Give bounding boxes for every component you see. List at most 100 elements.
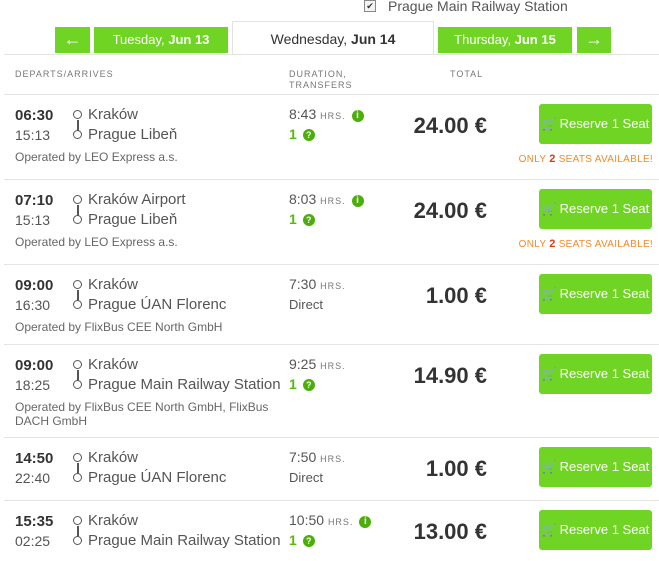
arrival-time: 22:40 <box>15 470 51 486</box>
tab-next-day[interactable]: Thursday, Jun 15 <box>438 27 572 53</box>
tab-current-weekday: Wednesday, <box>270 31 352 47</box>
cart-icon: 🛒 <box>541 202 557 216</box>
duration: 8:43 HRS. i <box>289 106 364 122</box>
route-line-icon <box>73 280 83 320</box>
operator-text: Operated by FlixBus CEE North GmbH <box>15 320 223 334</box>
reserve-label: Reserve 1 Seat <box>559 201 650 216</box>
results-table: DEPARTS/ARRIVES DURATION, TRANSFERS TOTA… <box>4 54 659 557</box>
origin-city: Kraków <box>88 276 139 293</box>
table-row: 09:00 18:25 Kraków Prague Main Railway S… <box>4 345 659 438</box>
filter-checkbox[interactable]: ✔ <box>364 0 376 12</box>
cart-icon: 🛒 <box>541 523 557 537</box>
arrival-time: 15:13 <box>15 127 51 143</box>
duration-value: 10:50 <box>289 512 325 528</box>
departure-time: 09:00 <box>15 357 54 374</box>
reserve-label: Reserve 1 Seat <box>559 522 650 537</box>
tab-current-day[interactable]: Wednesday, Jun 14 <box>232 21 434 55</box>
departure-time: 06:30 <box>15 107 54 124</box>
operator-text: Operated by LEO Express a.s. <box>15 235 178 249</box>
seats-available-notice: ONLY 2 SEATS AVAILABLE! <box>518 153 653 165</box>
duration: 8:03 HRS. i <box>289 191 364 207</box>
duration-unit: HRS. <box>327 517 354 527</box>
departure-time: 14:50 <box>15 450 54 467</box>
reserve-label: Reserve 1 Seat <box>559 459 650 474</box>
help-icon[interactable]: ? <box>302 214 315 226</box>
transfers: 1 ? <box>289 211 315 227</box>
origin-city: Kraków <box>88 106 139 123</box>
table-row: 09:00 16:30 Kraków Prague ÚAN Florenc Op… <box>4 265 659 345</box>
header-total: TOTAL <box>450 69 484 79</box>
price: 1.00 € <box>425 283 487 308</box>
departure-time: 07:10 <box>15 192 54 209</box>
duration: 9:25 HRS. <box>289 356 346 372</box>
reserve-seat-button[interactable]: 🛒 Reserve 1 Seat <box>539 104 652 144</box>
duration-unit: HRS. <box>320 281 346 291</box>
reserve-seat-button[interactable]: 🛒 Reserve 1 Seat <box>539 354 652 394</box>
tab-current-date: Jun 14 <box>351 31 396 47</box>
duration-unit: HRS. <box>320 196 346 206</box>
duration-value: 7:30 <box>289 276 317 292</box>
price: 14.90 € <box>413 363 487 388</box>
duration-value: 7:50 <box>289 449 317 465</box>
transfers-count: 1 <box>289 376 297 392</box>
reserve-label: Reserve 1 Seat <box>559 366 650 381</box>
duration: 7:50 HRS. <box>289 449 346 465</box>
origin-city: Kraków Airport <box>88 191 186 208</box>
info-icon[interactable]: i <box>351 195 364 207</box>
help-icon[interactable]: ? <box>302 129 315 141</box>
reserve-seat-button[interactable]: 🛒 Reserve 1 Seat <box>539 274 652 314</box>
price: 24.00 € <box>413 198 487 223</box>
tab-prev-date: Jun 13 <box>168 32 210 47</box>
duration-value: 8:43 <box>289 106 317 122</box>
reserve-seat-button[interactable]: 🛒 Reserve 1 Seat <box>539 447 652 487</box>
tab-next-weekday: Thursday, <box>454 32 515 47</box>
cart-icon: 🛒 <box>541 460 557 474</box>
next-day-arrow-button[interactable]: → <box>577 27 611 53</box>
transfers: 1 ? <box>289 376 315 392</box>
duration-value: 8:03 <box>289 191 317 207</box>
duration-value: 9:25 <box>289 356 317 372</box>
origin-city: Kraków <box>88 356 139 373</box>
tab-prev-weekday: Tuesday, <box>112 32 169 47</box>
direct-label: Direct <box>289 470 323 485</box>
origin-city: Kraków <box>88 449 139 466</box>
destination-city: Prague ÚAN Florenc <box>88 469 227 486</box>
help-icon[interactable]: ? <box>302 535 315 547</box>
table-row: 14:50 22:40 Kraków Prague ÚAN Florenc 7:… <box>4 438 659 501</box>
departure-time: 09:00 <box>15 277 54 294</box>
reserve-seat-button[interactable]: 🛒 Reserve 1 Seat <box>539 510 652 550</box>
reserve-seat-button[interactable]: 🛒 Reserve 1 Seat <box>539 189 652 229</box>
header-duration: DURATION, TRANSFERS <box>289 69 353 91</box>
duration-unit: HRS. <box>320 111 346 121</box>
transfers-count: 1 <box>289 532 297 548</box>
destination-city: Prague Main Railway Station <box>88 532 281 549</box>
header-duration-line1: DURATION, <box>289 69 347 79</box>
departure-time: 15:35 <box>15 513 54 530</box>
reserve-label: Reserve 1 Seat <box>559 116 650 131</box>
arrival-time: 15:13 <box>15 212 51 228</box>
tab-next-date: Jun 15 <box>514 32 556 47</box>
station-filter[interactable]: ✔ Prague Main Railway Station <box>364 0 568 16</box>
filter-label: Prague Main Railway Station <box>388 0 568 14</box>
prev-day-arrow-button[interactable]: ← <box>55 27 90 53</box>
tab-prev-day[interactable]: Tuesday, Jun 13 <box>94 27 228 53</box>
price: 13.00 € <box>413 519 487 544</box>
duration: 7:30 HRS. <box>289 276 346 292</box>
table-row: 15:35 02:25 Kraków Prague Main Railway S… <box>4 501 659 561</box>
duration-unit: HRS. <box>320 361 346 371</box>
operator-text: Operated by FlixBus CEE North GmbH, Flix… <box>15 400 268 428</box>
help-icon[interactable]: ? <box>302 379 315 391</box>
direct-label: Direct <box>289 297 323 312</box>
table-row: 06:30 15:13 Kraków Prague Libeň Operated… <box>4 95 659 180</box>
destination-city: Prague ÚAN Florenc <box>88 296 227 313</box>
cart-icon: 🛒 <box>541 117 557 131</box>
origin-city: Kraków <box>88 512 139 529</box>
arrival-time: 16:30 <box>15 297 51 313</box>
destination-city: Prague Libeň <box>88 211 178 228</box>
cart-icon: 🛒 <box>541 367 557 381</box>
info-icon[interactable]: i <box>359 516 372 528</box>
route-line-icon <box>73 360 83 400</box>
duration-unit: HRS. <box>320 454 346 464</box>
arrival-time: 18:25 <box>15 377 51 393</box>
info-icon[interactable]: i <box>351 110 364 122</box>
